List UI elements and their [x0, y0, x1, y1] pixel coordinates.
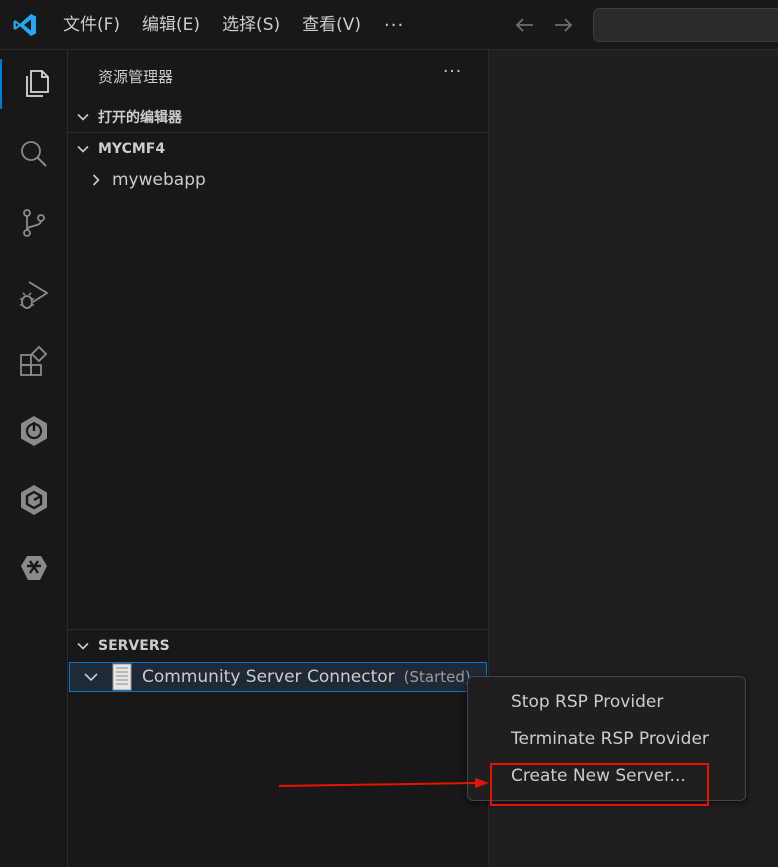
chevron-down-icon — [77, 145, 89, 153]
search-icon — [21, 141, 47, 167]
menu-item-terminate-rsp[interactable]: Terminate RSP Provider — [511, 729, 709, 749]
sidebar-title: 资源管理器 — [98, 68, 174, 86]
sidebar-more-button[interactable]: ··· — [443, 62, 462, 82]
menu-item-stop-rsp[interactable]: Stop RSP Provider — [511, 692, 663, 712]
explorer-sidebar: 资源管理器 ··· 打开的编辑器 MYCMF4 mywebapp SERVERS… — [68, 50, 489, 867]
activity-bar — [0, 50, 68, 867]
extensions-icon — [20, 345, 48, 376]
server-status: (Started) — [403, 668, 471, 686]
activity-explorer[interactable] — [0, 59, 68, 109]
spring-boot-icon — [21, 416, 47, 446]
activity-extensions[interactable] — [0, 337, 68, 387]
section-divider — [68, 629, 488, 630]
section-label: MYCMF4 — [98, 141, 166, 157]
server-name: Community Server Connector — [142, 667, 395, 687]
activity-run-debug[interactable] — [0, 269, 68, 319]
activity-remote[interactable] — [0, 544, 68, 594]
menu-file[interactable]: 文件(F) — [52, 0, 131, 50]
tree-item-label: mywebapp — [112, 170, 206, 190]
section-label: 打开的编辑器 — [98, 110, 182, 126]
menu-bar: 文件(F) 编辑(E) 选择(S) 查看(V) ··· — [52, 0, 416, 50]
menu-more-button[interactable]: ··· — [372, 15, 416, 36]
gitpod-icon — [21, 485, 47, 515]
chevron-down-icon — [77, 642, 89, 650]
vscode-logo-icon — [13, 14, 36, 36]
section-servers[interactable]: SERVERS — [68, 631, 488, 661]
activity-source-control[interactable] — [0, 198, 68, 248]
run-debug-icon — [20, 281, 49, 309]
chevron-right-icon — [92, 174, 100, 186]
server-icon — [112, 663, 132, 691]
chevron-down-icon — [77, 113, 89, 121]
server-item[interactable]: Community Server Connector (Started) — [69, 662, 487, 692]
tree-item-folder[interactable]: mywebapp — [68, 166, 488, 194]
command-center-search[interactable] — [593, 8, 778, 42]
section-open-editors[interactable]: 打开的编辑器 — [68, 102, 488, 132]
activity-search[interactable] — [0, 129, 68, 179]
menu-selection[interactable]: 选择(S) — [211, 0, 291, 50]
title-bar: 文件(F) 编辑(E) 选择(S) 查看(V) ··· — [0, 0, 778, 50]
activity-spring-boot[interactable] — [0, 406, 68, 456]
arrow-left-icon[interactable] — [512, 12, 538, 38]
chevron-down-icon — [84, 673, 98, 682]
explorer-icon — [26, 70, 49, 97]
section-divider — [68, 132, 488, 133]
remote-icon — [21, 556, 47, 580]
annotation-highlight-box — [490, 763, 709, 806]
section-workspace[interactable]: MYCMF4 — [68, 134, 488, 164]
section-label: SERVERS — [98, 638, 170, 654]
arrow-right-icon[interactable] — [550, 12, 576, 38]
activity-gitpod[interactable] — [0, 475, 68, 525]
menu-view[interactable]: 查看(V) — [291, 0, 372, 50]
menu-edit[interactable]: 编辑(E) — [131, 0, 211, 50]
annotation-arrow-icon — [278, 778, 489, 788]
source-control-icon — [23, 209, 45, 237]
